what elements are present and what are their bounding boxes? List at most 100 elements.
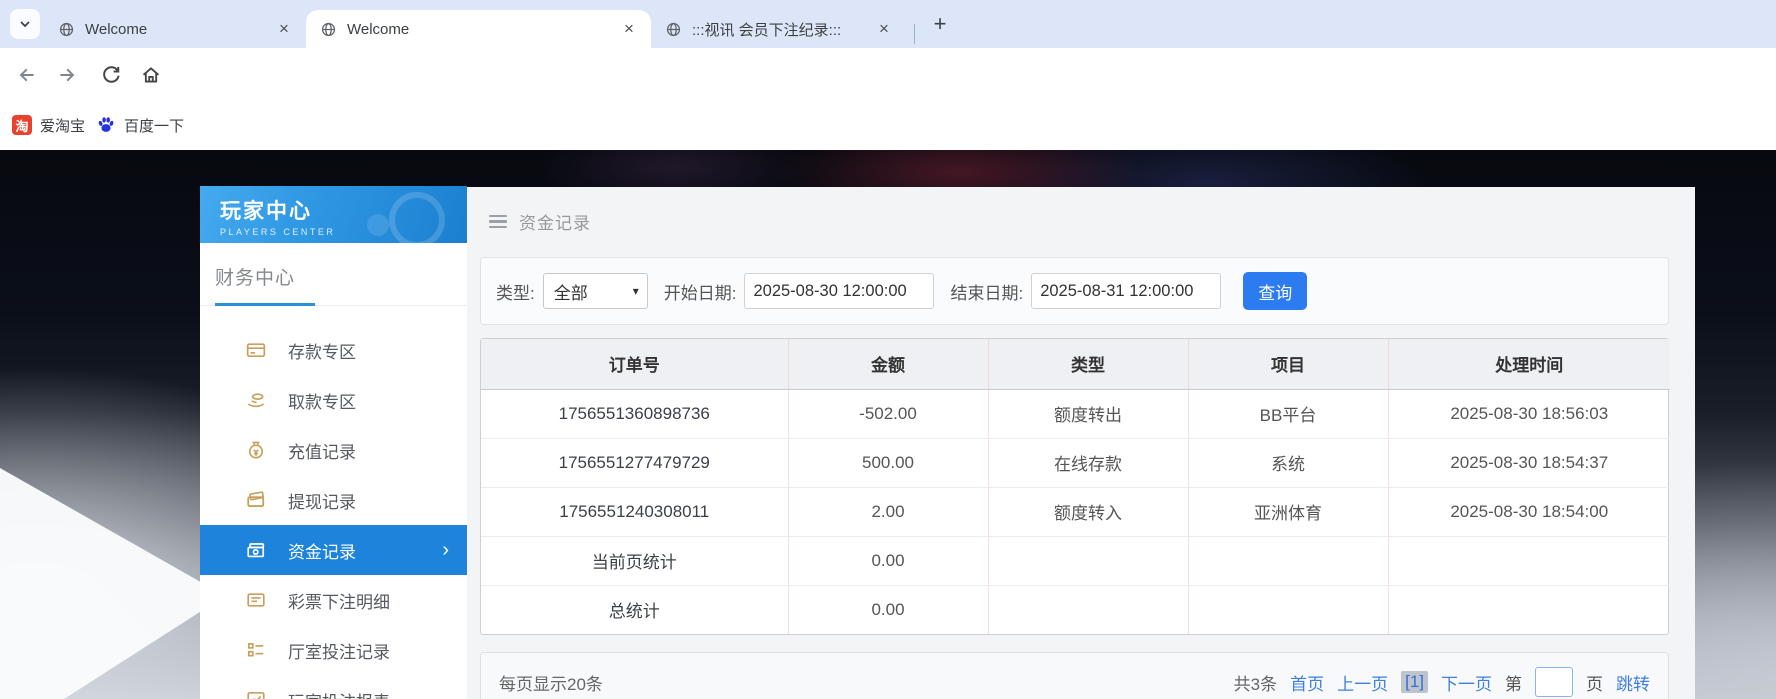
sidebar-title: 玩家中心 (220, 195, 467, 225)
cell-empty (1188, 585, 1388, 634)
sidebar-item-label: 充值记录 (288, 438, 356, 463)
ticket-list-icon (246, 590, 266, 610)
chevron-down-icon (17, 16, 33, 32)
sidebar-item-label: 资金记录 (288, 538, 356, 563)
cell-empty (988, 536, 1188, 585)
browser-toolbar: js13.cc/hhcp/usercenter.html?iniType=6 (0, 48, 1776, 100)
sidebar-item-funds-record[interactable]: 资金记录 › (200, 525, 467, 575)
tab-close-icon[interactable]: × (619, 19, 639, 39)
page-jump-input[interactable] (1535, 667, 1573, 697)
cell-empty (1388, 585, 1670, 634)
back-button[interactable] (12, 60, 42, 90)
cell-project: BB平台 (1188, 389, 1388, 438)
pagination-controls: 共3条 首页 上一页 [1] 下一页 第 页 跳转 (1234, 667, 1650, 697)
cell-empty (1388, 536, 1670, 585)
sidebar-item-label: 提现记录 (288, 488, 356, 513)
reload-icon (100, 64, 122, 86)
cell-order: 1756551277479729 (481, 438, 788, 487)
cell-type: 在线存款 (988, 438, 1188, 487)
wallet-cards-icon (246, 490, 266, 510)
search-button[interactable]: 查询 (1243, 272, 1307, 310)
page-title: 资金记录 (519, 209, 591, 234)
forward-arrow-icon (56, 64, 78, 86)
filter-bar: 类型: 全部 ▾ 开始日期: 结束日期: 查询 (480, 257, 1669, 325)
browser-window: Welcome × Welcome × :::视讯 会员下注纪录::: × + (0, 0, 1776, 699)
reload-button[interactable] (96, 60, 126, 90)
table-row-grand-total: 总统计 0.00 (481, 585, 1670, 634)
col-header-time: 处理时间 (1388, 339, 1670, 389)
cell-amount: -502.00 (788, 389, 988, 438)
hand-money-icon (246, 390, 266, 410)
start-date-label: 开始日期: (664, 279, 737, 304)
sidebar-header: 玩家中心 PLAYERS CENTER (200, 186, 467, 243)
bookmark-taobao[interactable]: 淘 爱淘宝 (12, 112, 85, 138)
cell-grand-total-amount: 0.00 (788, 585, 988, 634)
type-label: 类型: (496, 279, 535, 304)
forward-button[interactable] (52, 60, 82, 90)
tab-strip: Welcome × Welcome × :::视讯 会员下注纪录::: × + (0, 0, 1776, 48)
sidebar-item-lottery-bet-detail[interactable]: 彩票下注明细 (200, 575, 467, 625)
cell-type: 额度转入 (988, 487, 1188, 536)
home-button[interactable] (136, 60, 166, 90)
sidebar-item-label: 彩票下注明细 (288, 588, 390, 613)
browser-tab-2-active[interactable]: Welcome × (306, 10, 651, 48)
funds-record-panel: 资金记录 类型: 全部 ▾ 开始日期: 结束日期: 查询 (467, 187, 1695, 699)
sidebar-item-label: 取款专区 (288, 388, 356, 413)
bookmarks-bar: 淘 爱淘宝 百度一下 (0, 100, 1776, 150)
funds-table: 订单号 金额 类型 项目 处理时间 1756551360898736 -502.… (480, 338, 1669, 635)
cell-time: 2025-08-30 18:54:00 (1388, 487, 1670, 536)
cell-project: 亚洲体育 (1188, 487, 1388, 536)
cell-time: 2025-08-30 18:56:03 (1388, 389, 1670, 438)
table-row: 1756551360898736 -502.00 额度转出 BB平台 2025-… (481, 389, 1670, 438)
col-header-type: 类型 (988, 339, 1188, 389)
cell-page-total-amount: 0.00 (788, 536, 988, 585)
jump-action-link[interactable]: 跳转 (1616, 670, 1650, 695)
taobao-icon: 淘 (12, 115, 32, 135)
first-page-link[interactable]: 首页 (1290, 670, 1324, 695)
next-page-link[interactable]: 下一页 (1441, 670, 1492, 695)
prev-page-link[interactable]: 上一页 (1337, 670, 1388, 695)
total-count: 共3条 (1234, 670, 1277, 695)
table-row-page-total: 当前页统计 0.00 (481, 536, 1670, 585)
col-header-order: 订单号 (481, 339, 788, 389)
jump-prefix-label: 第 (1505, 670, 1522, 695)
sidebar-item-withdraw-zone[interactable]: 取款专区 (200, 375, 467, 425)
start-date-input[interactable] (744, 273, 934, 309)
sidebar-item-withdrawal-record[interactable]: 提现记录 (200, 475, 467, 525)
tab-search-button[interactable] (10, 9, 40, 39)
home-icon (140, 64, 162, 86)
col-header-amount: 金额 (788, 339, 988, 389)
new-tab-button[interactable]: + (926, 10, 954, 38)
moneybag-icon (246, 440, 266, 460)
report-chart-icon (246, 690, 266, 699)
bookmark-label: 百度一下 (124, 115, 184, 136)
chevron-right-icon: › (442, 540, 449, 560)
end-date-input[interactable] (1031, 273, 1221, 309)
bookmark-baidu[interactable]: 百度一下 (96, 112, 184, 138)
cell-grand-total-label: 总统计 (481, 585, 788, 634)
player-center-sidebar: 玩家中心 PLAYERS CENTER 财务中心 存款专区 (200, 186, 467, 699)
bookmark-label: 爱淘宝 (40, 115, 85, 136)
sidebar-item-deposit-zone[interactable]: 存款专区 (200, 325, 467, 375)
cell-time: 2025-08-30 18:54:37 (1388, 438, 1670, 487)
cell-project: 系统 (1188, 438, 1388, 487)
per-page-label: 每页显示20条 (499, 670, 603, 695)
sidebar-item-recharge-record[interactable]: 充值记录 (200, 425, 467, 475)
pagination-bar: 每页显示20条 共3条 首页 上一页 [1] 下一页 第 页 跳转 (480, 652, 1669, 699)
cell-empty (1188, 536, 1388, 585)
table-row: 1756551277479729 500.00 在线存款 系统 2025-08-… (481, 438, 1670, 487)
col-header-project: 项目 (1188, 339, 1388, 389)
tab-close-icon[interactable]: × (274, 19, 294, 39)
current-page-indicator: [1] (1401, 671, 1428, 693)
browser-tab-1[interactable]: Welcome × (44, 10, 306, 48)
sidebar-item-room-bet-record[interactable]: 厅室投注记录 (200, 625, 467, 675)
tab-close-icon[interactable]: × (874, 19, 894, 39)
baidu-paw-icon (96, 115, 116, 135)
globe-icon (58, 21, 75, 38)
panel-header: 资金记录 (467, 187, 1695, 234)
tab-title: Welcome (347, 21, 619, 38)
sidebar-item-player-bet-report[interactable]: 玩家投注报表 (200, 675, 467, 699)
type-select[interactable]: 全部 ▾ (543, 273, 648, 309)
tab-separator (914, 24, 915, 44)
browser-tab-3[interactable]: :::视讯 会员下注纪录::: × (651, 10, 906, 48)
